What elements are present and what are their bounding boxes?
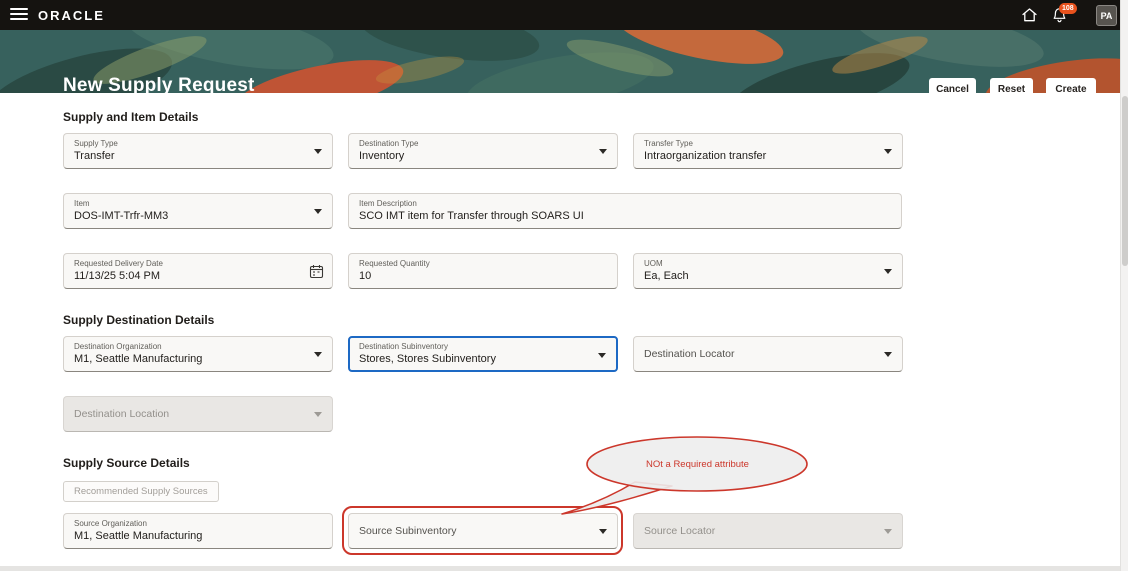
item-field[interactable]: Item DOS-IMT-Trfr-MM3 xyxy=(63,193,333,229)
source-locator-field: Source Locator xyxy=(633,513,903,549)
recommended-supply-sources-button[interactable]: Recommended Supply Sources xyxy=(63,481,219,502)
field-label: Destination Subinventory xyxy=(359,342,448,351)
field-value: 10 xyxy=(359,270,372,282)
destination-subinventory-field[interactable]: Destination Subinventory Stores, Stores … xyxy=(348,336,618,372)
field-label: Destination Locator xyxy=(644,347,735,360)
section-heading-destination: Supply Destination Details xyxy=(63,313,215,327)
uom-field[interactable]: UOM Ea, Each xyxy=(633,253,903,289)
field-value: DOS-IMT-Trfr-MM3 xyxy=(74,210,169,222)
field-label: Destination Type xyxy=(359,139,419,148)
field-label: Supply Type xyxy=(74,139,118,148)
application-window: ORACLE 108 PA New Supply Request Cancel … xyxy=(0,0,1128,571)
create-button[interactable]: Create xyxy=(1046,78,1096,93)
field-label: Destination Location xyxy=(74,407,170,420)
chevron-down-icon[interactable] xyxy=(884,269,892,274)
home-icon xyxy=(1021,8,1037,22)
field-label: Source Subinventory xyxy=(359,524,457,537)
source-subinventory-field[interactable]: Source Subinventory xyxy=(348,513,618,549)
field-label: Item xyxy=(74,199,90,208)
chevron-down-icon xyxy=(314,412,322,417)
chevron-down-icon xyxy=(884,529,892,534)
destination-location-field: Destination Location xyxy=(63,396,333,432)
annotation-text: NOt a Required attribute xyxy=(646,459,749,470)
chevron-down-icon[interactable] xyxy=(884,149,892,154)
transfer-type-field[interactable]: Transfer Type Intraorganization transfer xyxy=(633,133,903,169)
field-label: UOM xyxy=(644,259,663,268)
section-heading-supply-item: Supply and Item Details xyxy=(63,110,199,124)
field-value: Intraorganization transfer xyxy=(644,150,767,162)
field-value: Transfer xyxy=(74,150,115,162)
vertical-scrollbar[interactable] xyxy=(1120,0,1128,571)
source-organization-field[interactable]: Source Organization M1, Seattle Manufact… xyxy=(63,513,333,549)
vertical-scrollbar-thumb[interactable] xyxy=(1122,96,1128,266)
avatar[interactable]: PA xyxy=(1096,5,1117,26)
field-value: M1, Seattle Manufacturing xyxy=(74,353,203,365)
chevron-down-icon[interactable] xyxy=(314,149,322,154)
field-value: Stores, Stores Subinventory xyxy=(359,353,496,365)
item-description-field[interactable]: Item Description SCO IMT item for Transf… xyxy=(348,193,902,229)
reset-button[interactable]: Reset xyxy=(990,78,1033,93)
horizontal-scrollbar[interactable] xyxy=(0,566,1120,571)
page-title: New Supply Request xyxy=(63,75,255,93)
hamburger-menu-icon[interactable] xyxy=(10,8,28,22)
oracle-logo: ORACLE xyxy=(38,8,105,23)
top-navigation-bar: ORACLE 108 PA xyxy=(0,0,1120,30)
field-value: M1, Seattle Manufacturing xyxy=(74,530,203,542)
supply-type-field[interactable]: Supply Type Transfer xyxy=(63,133,333,169)
field-label: Item Description xyxy=(359,199,417,208)
destination-locator-field[interactable]: Destination Locator xyxy=(633,336,903,372)
cancel-button[interactable]: Cancel xyxy=(929,78,976,93)
field-label: Source Organization xyxy=(74,519,147,528)
field-label: Destination Organization xyxy=(74,342,162,351)
destination-type-field[interactable]: Destination Type Inventory xyxy=(348,133,618,169)
field-label: Requested Quantity xyxy=(359,259,430,268)
requested-delivery-date-field[interactable]: Requested Delivery Date 11/13/25 5:04 PM xyxy=(63,253,333,289)
chevron-down-icon[interactable] xyxy=(314,352,322,357)
chevron-down-icon[interactable] xyxy=(599,149,607,154)
field-value: Inventory xyxy=(359,150,405,162)
field-label: Transfer Type xyxy=(644,139,693,148)
chevron-down-icon[interactable] xyxy=(598,353,606,358)
calendar-icon[interactable] xyxy=(309,264,324,279)
destination-organization-field[interactable]: Destination Organization M1, Seattle Man… xyxy=(63,336,333,372)
chevron-down-icon[interactable] xyxy=(314,209,322,214)
chevron-down-icon[interactable] xyxy=(884,352,892,357)
requested-quantity-field[interactable]: Requested Quantity 10 xyxy=(348,253,618,289)
field-value: SCO IMT item for Transfer through SOARS … xyxy=(359,210,584,222)
field-label: Source Locator xyxy=(644,524,716,537)
page-header-banner: New Supply Request Cancel Reset Create xyxy=(0,30,1120,93)
field-label: Requested Delivery Date xyxy=(74,259,163,268)
field-value: 11/13/25 5:04 PM xyxy=(74,270,161,282)
notification-badge: 108 xyxy=(1059,3,1077,14)
home-button[interactable] xyxy=(1018,5,1040,25)
field-value: Ea, Each xyxy=(644,270,689,282)
section-heading-source: Supply Source Details xyxy=(63,456,190,470)
chevron-down-icon[interactable] xyxy=(599,529,607,534)
